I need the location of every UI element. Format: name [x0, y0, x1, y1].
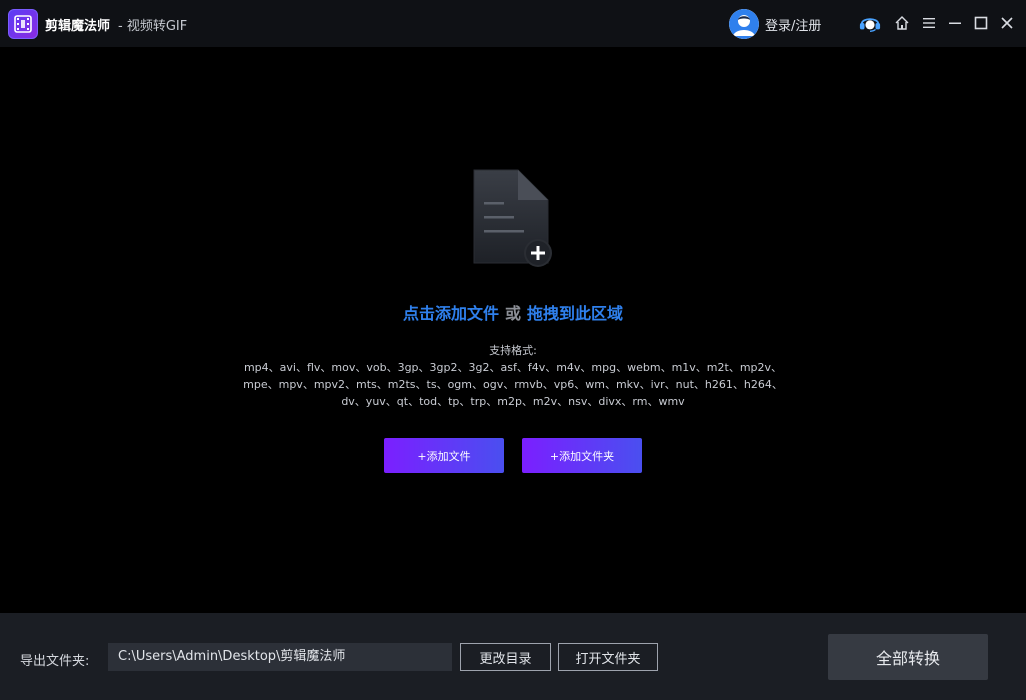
add-file-icon[interactable] — [470, 168, 555, 270]
click-add-file-link[interactable]: 点击添加文件 — [403, 304, 499, 323]
open-folder-button[interactable]: 打开文件夹 — [558, 643, 658, 671]
add-file-button[interactable]: +添加文件 — [384, 438, 504, 473]
supported-formats-label: 支持格式: — [489, 344, 537, 357]
add-folder-button[interactable]: +添加文件夹 — [522, 438, 642, 473]
minimize-icon[interactable] — [944, 12, 966, 34]
output-path-field[interactable]: C:\Users\Admin\Desktop\剪辑魔法师 — [108, 643, 452, 671]
logo-icon — [8, 9, 38, 39]
convert-all-button[interactable]: 全部转换 — [828, 634, 988, 680]
avatar-icon[interactable] — [729, 9, 759, 39]
formats-line: mp4、avi、flv、mov、vob、3gp、3gp2、3g2、asf、f4v… — [243, 361, 783, 374]
formats-line: dv、yuv、qt、tod、tp、trp、m2p、m2v、nsv、divx、rm… — [341, 395, 685, 408]
formats-line: mpe、mpv、mpv2、mts、m2ts、ts、ogm、ogv、rmvb、vp… — [243, 378, 783, 391]
login-register-link[interactable]: 登录/注册 — [765, 15, 821, 34]
output-folder-label: 导出文件夹: — [20, 654, 90, 669]
supported-formats-list: mp4、avi、flv、mov、vob、3gp、3gp2、3g2、asf、f4v… — [0, 359, 1026, 410]
file-drop-zone[interactable]: 点击添加文件或拖拽到此区域 支持格式: mp4、avi、flv、mov、vob、… — [0, 47, 1026, 613]
maximize-icon[interactable] — [970, 12, 992, 34]
drag-here-text: 拖拽到此区域 — [527, 304, 624, 323]
app-name: 剪辑魔法师 — [45, 19, 111, 34]
bottom-bar: 导出文件夹: C:\Users\Admin\Desktop\剪辑魔法师 更改目录… — [0, 613, 1026, 700]
menu-icon[interactable] — [918, 12, 940, 34]
support-headset-icon[interactable] — [859, 12, 881, 34]
app-subtitle: - 视频转GIF — [118, 19, 188, 34]
app-window: 剪辑魔法师 - 视频转GIF 登录/注册 点击添加文件 或 拖拽到此区域 支持格… — [0, 0, 1026, 700]
title-bar: 剪辑魔法师 - 视频转GIF 登录/注册 — [0, 0, 1026, 47]
or-text: 或 — [504, 304, 521, 323]
drop-instructions: 点击添加文件或拖拽到此区域 — [0, 300, 1026, 324]
change-directory-button[interactable]: 更改目录 — [460, 643, 551, 671]
close-icon[interactable] — [996, 12, 1018, 34]
home-icon[interactable] — [891, 12, 913, 34]
